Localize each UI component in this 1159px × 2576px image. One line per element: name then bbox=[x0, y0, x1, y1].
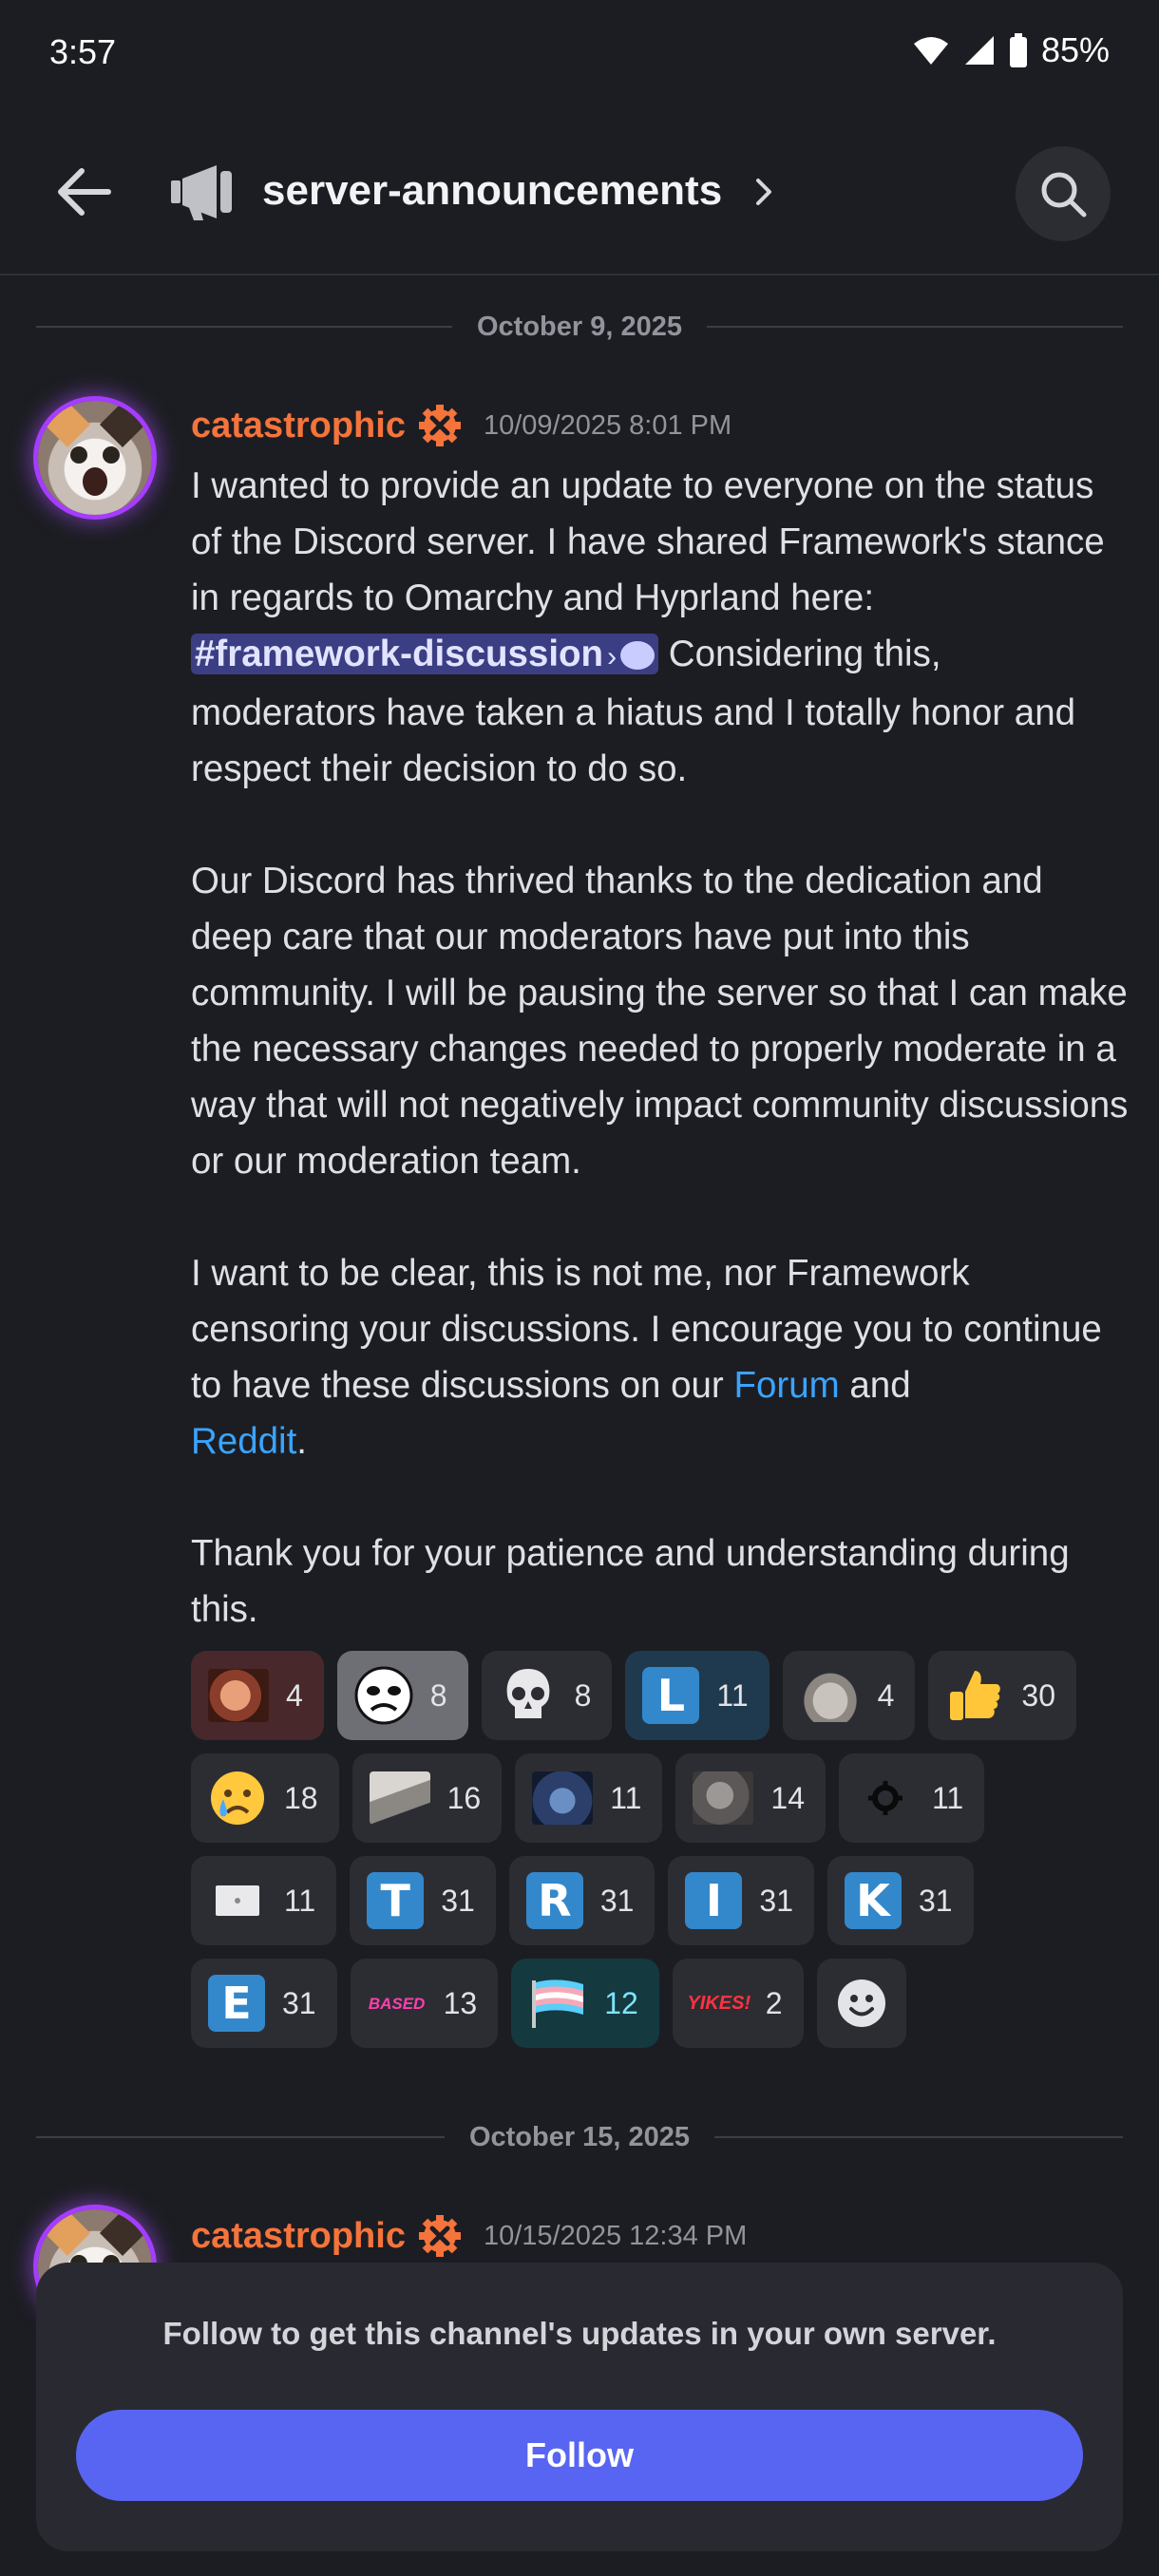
chevron-right-icon[interactable] bbox=[750, 173, 779, 211]
reaction-chip[interactable]: K 31 bbox=[827, 1856, 974, 1945]
message-paragraph: I wanted to provide an update to everyon… bbox=[191, 465, 1105, 789]
message-timestamp: 10/09/2025 8:01 PM bbox=[483, 409, 732, 441]
based-text-emoji: BASED bbox=[368, 1994, 426, 2013]
message-paragraph: I want to be clear, this is not me, nor … bbox=[191, 1253, 1102, 1462]
battery-level: 85% bbox=[1040, 30, 1110, 69]
reaction-chip[interactable]: 18 bbox=[191, 1753, 339, 1843]
reaction-chip[interactable]: 4 bbox=[191, 1651, 324, 1740]
message-content: I wanted to provide an update to everyon… bbox=[191, 458, 1131, 1638]
date-divider-text: October 9, 2025 bbox=[477, 311, 682, 342]
reaction-chip[interactable]: 11 bbox=[191, 1856, 337, 1945]
follow-prompt-text: Follow to get this channel's updates in … bbox=[162, 2316, 997, 2351]
laughing-face-emoji bbox=[208, 1669, 269, 1722]
message-timestamp: 10/15/2025 12:34 PM bbox=[483, 2220, 748, 2251]
reaction-chip[interactable]: T 31 bbox=[350, 1856, 496, 1945]
chevron-right-icon: › bbox=[607, 641, 618, 672]
letter-l-emoji: L bbox=[642, 1667, 700, 1724]
reaction-chip[interactable]: 4 bbox=[782, 1651, 916, 1740]
status-icons: 85% bbox=[912, 30, 1110, 70]
message-header: catastrophic 10/09/2025 8:01 PM bbox=[191, 403, 732, 448]
gear-badge-icon bbox=[418, 405, 461, 446]
author-name[interactable]: catastrophic bbox=[191, 2216, 406, 2257]
gear-emoji bbox=[856, 1769, 915, 1828]
reaction-chip[interactable]: 16 bbox=[352, 1753, 503, 1843]
reaction-chip[interactable]: L 11 bbox=[625, 1651, 770, 1740]
thumbs-up-emoji bbox=[945, 1666, 1004, 1725]
reaction-chip[interactable]: 12 bbox=[511, 1959, 659, 2048]
yikes-text-emoji: YIKES! bbox=[687, 1993, 751, 2014]
status-bar: 3:57 85% bbox=[0, 0, 1159, 112]
signal-icon bbox=[964, 36, 994, 65]
channel-mention[interactable]: #framework-discussion › bbox=[191, 634, 659, 674]
avatar[interactable] bbox=[38, 401, 152, 515]
message-paragraph: Thank you for your patience and understa… bbox=[191, 1533, 1070, 1630]
letter-e-emoji: E bbox=[208, 1975, 265, 2032]
reddit-link[interactable]: Reddit bbox=[191, 1421, 296, 1462]
battery-icon bbox=[1009, 33, 1027, 67]
channel-name[interactable]: server-announcements bbox=[262, 167, 722, 215]
reaction-chip[interactable]: I 31 bbox=[668, 1856, 814, 1945]
reaction-chip[interactable]: R 31 bbox=[508, 1856, 656, 1945]
date-divider-text: October 15, 2025 bbox=[468, 2121, 691, 2152]
channel-header: server-announcements bbox=[0, 133, 1159, 275]
reaction-chip[interactable]: 8 bbox=[481, 1651, 613, 1740]
skull-emoji bbox=[499, 1666, 558, 1725]
arrow-left-icon bbox=[58, 168, 111, 216]
thread-bubble-icon bbox=[620, 641, 656, 670]
smiley-icon bbox=[837, 1979, 885, 2027]
forum-link[interactable]: Forum bbox=[733, 1365, 839, 1406]
reaction-chip[interactable]: YIKES! 2 bbox=[672, 1959, 804, 2048]
date-divider: October 9, 2025 bbox=[36, 308, 1123, 346]
reaction-chip[interactable]: 30 bbox=[928, 1651, 1076, 1740]
laptop-emoji bbox=[369, 1771, 430, 1825]
letter-i-emoji: I bbox=[685, 1872, 743, 1929]
sad-face-emoji bbox=[532, 1771, 594, 1825]
cat-emoji bbox=[693, 1771, 754, 1825]
date-divider: October 15, 2025 bbox=[36, 2118, 1124, 2156]
message-paragraph: Our Discord has thrived thanks to the de… bbox=[191, 861, 1129, 1182]
reaction-chip[interactable]: 11 bbox=[839, 1753, 985, 1843]
reaction-chip[interactable]: 14 bbox=[675, 1753, 826, 1843]
back-button[interactable] bbox=[49, 158, 118, 226]
author-name[interactable]: catastrophic bbox=[191, 406, 406, 446]
crying-face-emoji bbox=[208, 1769, 267, 1828]
add-reaction-button[interactable] bbox=[816, 1959, 906, 2048]
trans-flag-emoji bbox=[528, 1974, 587, 2033]
reaction-bar: 4 8 8 L 11 4 30 18 16 11 14 11 11 T 31 R… bbox=[191, 1651, 1131, 2061]
letter-r-emoji: R bbox=[525, 1872, 583, 1929]
gear-badge-icon bbox=[418, 2215, 461, 2257]
reaction-chip[interactable]: 11 bbox=[515, 1753, 663, 1843]
reaction-chip[interactable]: 8 bbox=[336, 1651, 468, 1740]
letter-k-emoji: K bbox=[845, 1872, 902, 1929]
megaphone-icon bbox=[171, 165, 232, 220]
wifi-icon bbox=[913, 37, 948, 65]
troll-face-emoji bbox=[354, 1666, 413, 1725]
search-icon bbox=[1041, 172, 1087, 218]
search-button[interactable] bbox=[1016, 146, 1111, 241]
letter-t-emoji: T bbox=[367, 1872, 425, 1929]
reaction-chip[interactable]: BASED 13 bbox=[350, 1959, 499, 2048]
follow-panel: Follow to get this channel's updates in … bbox=[36, 2263, 1123, 2551]
hamster-emoji bbox=[799, 1669, 861, 1722]
card-emoji bbox=[208, 1871, 267, 1930]
reaction-chip[interactable]: E 31 bbox=[191, 1959, 337, 2048]
message-header: catastrophic 10/15/2025 12:34 PM bbox=[191, 2213, 747, 2259]
follow-button[interactable]: Follow bbox=[76, 2410, 1083, 2501]
status-time: 3:57 bbox=[49, 32, 117, 71]
